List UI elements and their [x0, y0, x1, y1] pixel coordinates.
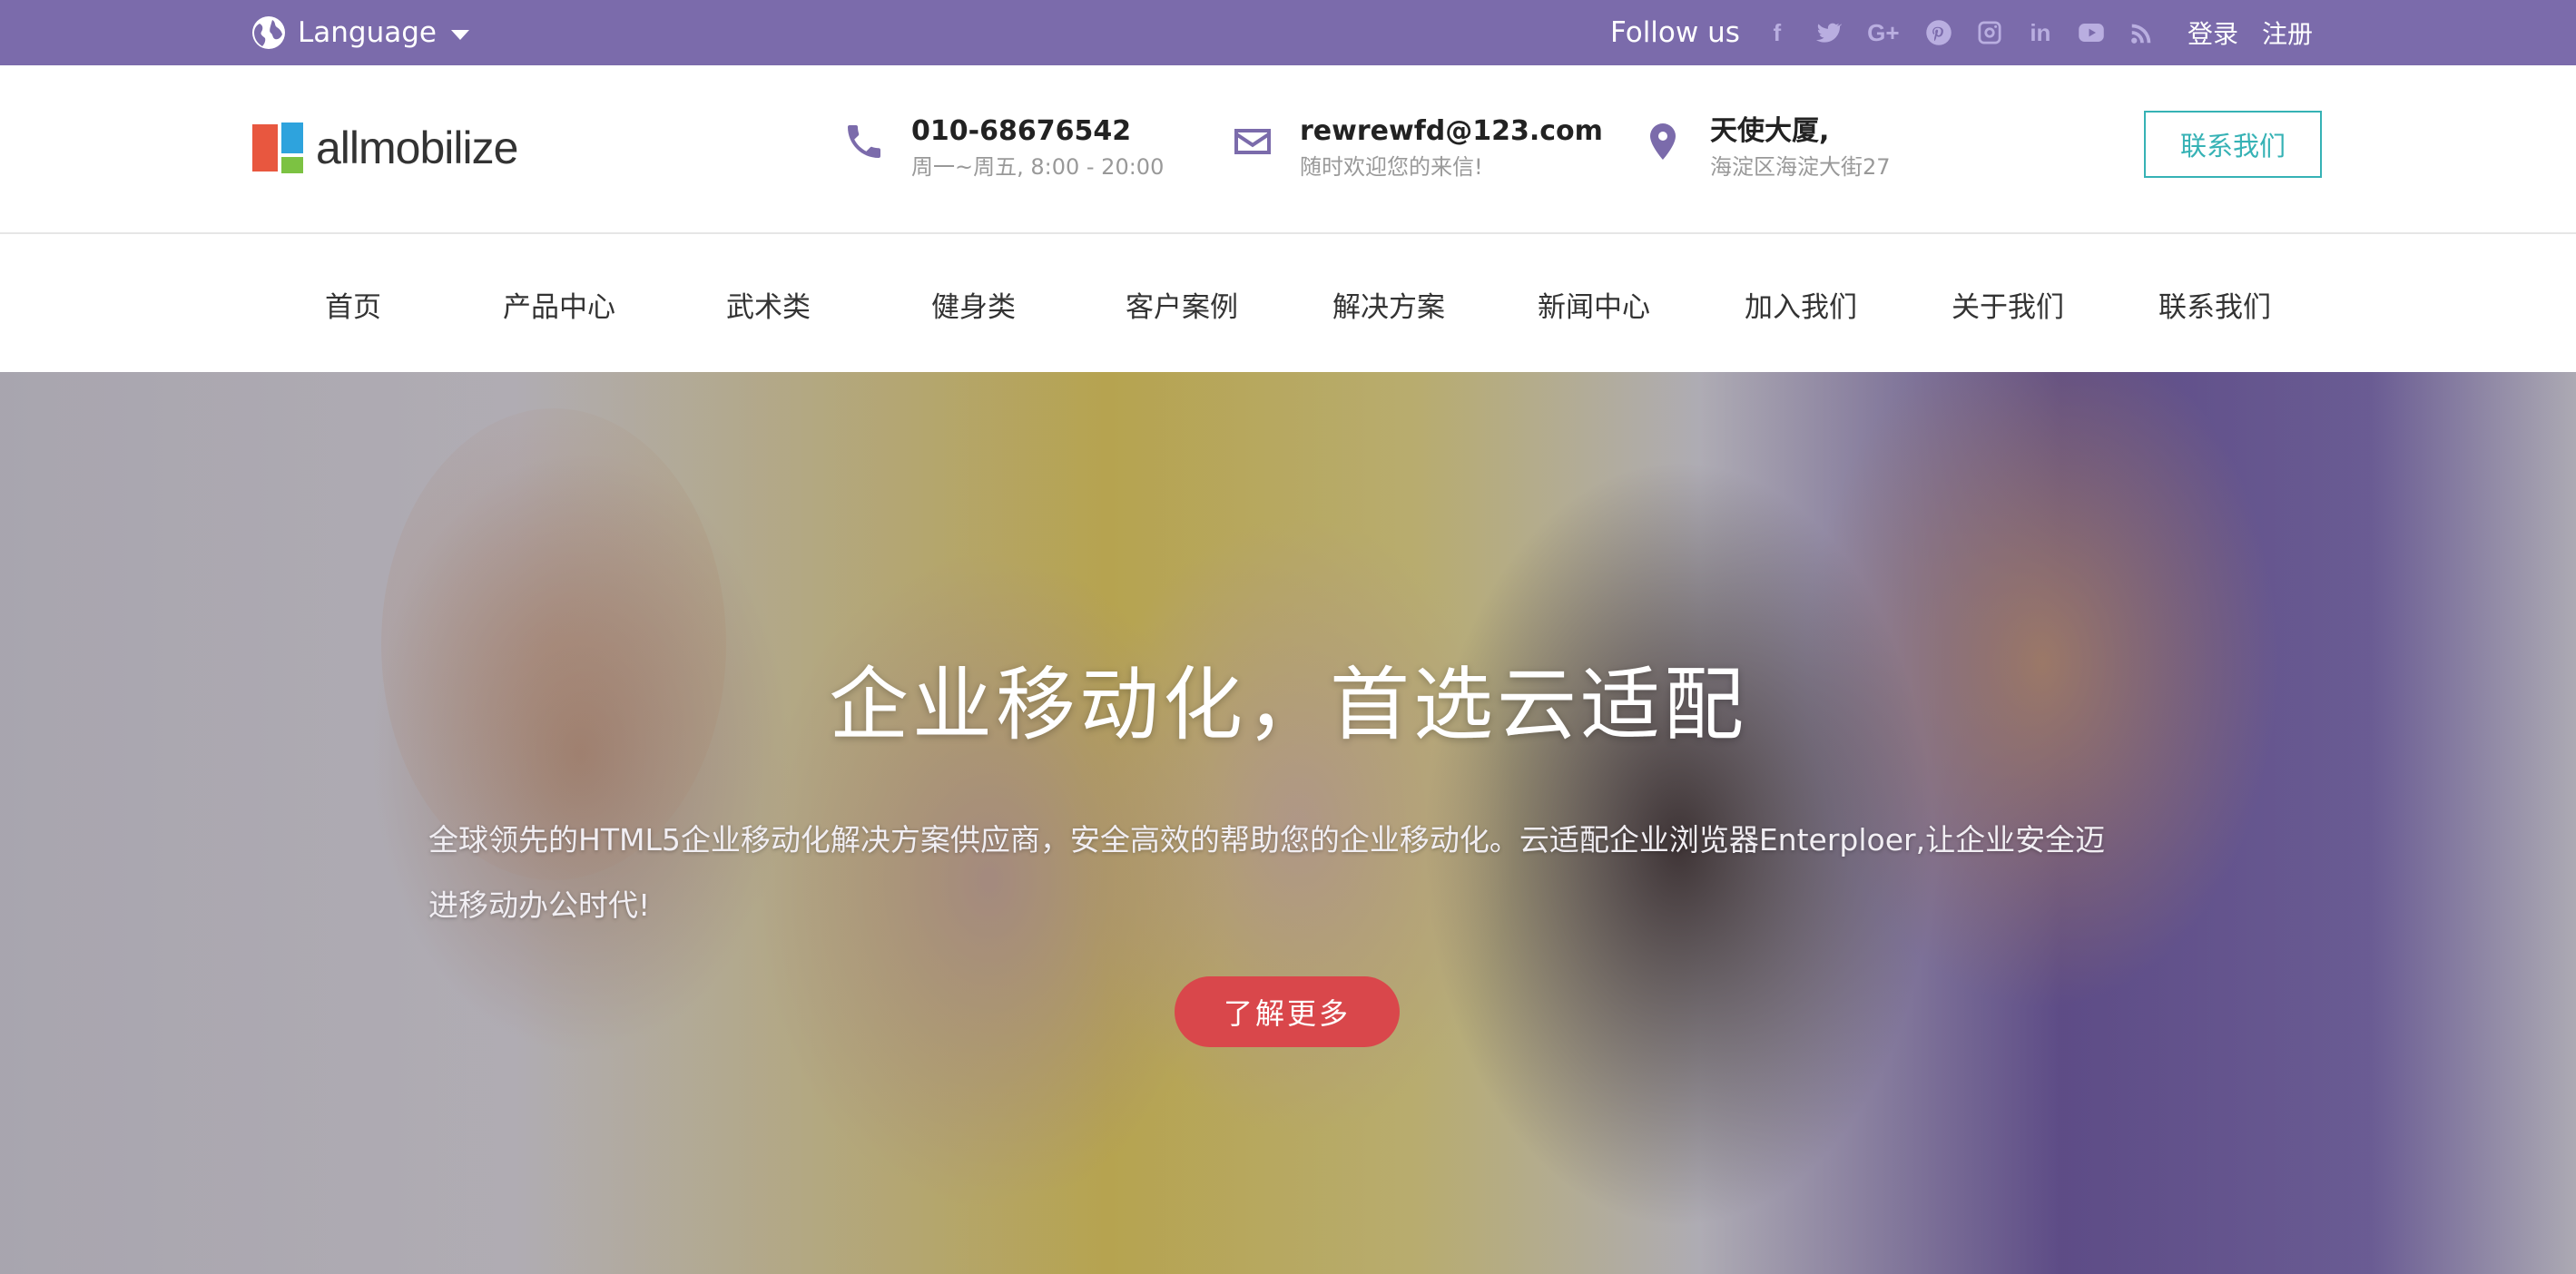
language-label: Language — [298, 16, 437, 49]
nav-item-join-us[interactable]: 加入我们 — [1745, 236, 1857, 372]
login-link[interactable]: 登录 — [2188, 15, 2238, 51]
phone-icon — [848, 125, 880, 158]
email-info: rewrewfd@123.com 随时欢迎您的来信! — [1231, 113, 1603, 183]
google-plus-icon[interactable]: G+ — [1863, 17, 1903, 48]
top-bar: Language Follow us f G+ in 登录 注册 — [0, 0, 2576, 65]
pinterest-icon[interactable] — [1923, 17, 1954, 48]
logo[interactable]: allmobilize — [252, 122, 518, 174]
phone-hours: 周一~周五, 8:00 - 20:00 — [911, 154, 1165, 180]
youtube-icon[interactable] — [2076, 17, 2107, 48]
hero-banner: 企业移动化，首选云适配 全球领先的HTML5企业移动化解决方案供应商，安全高效的… — [0, 372, 2576, 1274]
email-address[interactable]: rewrewfd@123.com — [1300, 113, 1603, 151]
address-building: 天使大厦, — [1710, 115, 1830, 147]
hero-title: 企业移动化，首选云适配 — [828, 658, 1747, 751]
instagram-icon[interactable] — [1974, 17, 2005, 48]
follow-us: Follow us f G+ in — [1610, 0, 2158, 65]
map-pin-icon — [1650, 123, 1676, 160]
email-note: 随时欢迎您的来信! — [1300, 154, 1483, 180]
nav-item-fitness[interactable]: 健身类 — [931, 236, 1016, 372]
language-selector[interactable]: Language — [251, 0, 469, 65]
main-nav: 首页 产品中心 武术类 健身类 客户案例 解决方案 新闻中心 加入我们 关于我们… — [0, 236, 2576, 372]
nav-item-contact-us[interactable]: 联系我们 — [2158, 236, 2271, 372]
social-links: f G+ in — [1762, 17, 2158, 48]
globe-icon — [252, 16, 285, 49]
twitter-icon[interactable] — [1813, 17, 1844, 48]
auth-links: 登录 注册 — [2188, 0, 2313, 65]
facebook-icon[interactable]: f — [1762, 17, 1793, 48]
hero-description: 全球领先的HTML5企业移动化解决方案供应商，安全高效的帮助您的企业移动化。云适… — [428, 822, 2106, 923]
follow-us-label: Follow us — [1610, 16, 1740, 49]
nav-item-products[interactable]: 产品中心 — [503, 236, 615, 372]
linkedin-icon[interactable]: in — [2025, 17, 2056, 48]
learn-more-button[interactable]: 了解更多 — [1175, 976, 1400, 1047]
address-info: 天使大厦, 海淀区海淀大街27 — [1641, 113, 1891, 183]
nav-item-cases[interactable]: 客户案例 — [1126, 236, 1238, 372]
phone-number: 010-68676542 — [911, 115, 1132, 147]
nav-item-news[interactable]: 新闻中心 — [1538, 236, 1650, 372]
register-link[interactable]: 注册 — [2262, 15, 2313, 51]
nav-item-martial-arts[interactable]: 武术类 — [726, 236, 811, 372]
caret-down-icon — [451, 29, 469, 40]
contact-us-button[interactable]: 联系我们 — [2144, 111, 2322, 178]
nav-item-home[interactable]: 首页 — [325, 236, 381, 372]
phone-info: 010-68676542 周一~周五, 8:00 - 20:00 — [842, 113, 1164, 183]
logo-text: allmobilize — [316, 122, 518, 173]
nav-item-about-us[interactable]: 关于我们 — [1952, 236, 2064, 372]
address-street: 海淀区海淀大街27 — [1710, 154, 1891, 180]
logo-mark — [252, 122, 303, 173]
envelope-icon — [1234, 129, 1271, 154]
rss-icon[interactable] — [2127, 17, 2158, 48]
site-header: allmobilize 010-68676542 周一~周五, 8:00 - 2… — [0, 65, 2576, 234]
nav-item-solutions[interactable]: 解决方案 — [1332, 236, 1445, 372]
